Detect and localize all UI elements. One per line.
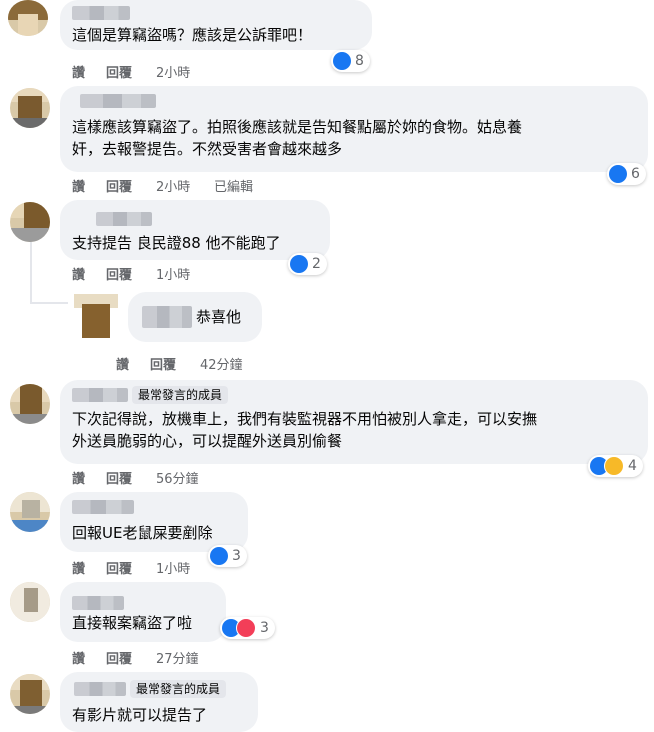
comment-bubble: 這個是算竊盜嗎？應該是公訴罪吧！ (60, 0, 372, 50)
like-link[interactable]: 讚 (72, 468, 85, 487)
reply-link[interactable]: 回覆 (150, 354, 176, 373)
timestamp[interactable]: 42分鐘 (200, 354, 243, 373)
comment-bubble: 最常發言的成員 下次記得說，放機車上，我們有裝監視器不用怕被別人拿走，可以安撫 … (60, 380, 648, 464)
comment-text: 直接報案竊盜了啦 (72, 614, 193, 632)
author-name[interactable] (72, 596, 124, 610)
timestamp[interactable]: 1小時 (156, 558, 190, 577)
reply-thread-connector (30, 302, 68, 304)
comment-text: 回報UE老鼠屎要剷除 (72, 524, 213, 542)
comment-text: 下次記得說，放機車上，我們有裝監視器不用怕被別人拿走，可以安撫 外送員脆弱的心，… (72, 410, 538, 450)
like-icon (609, 165, 627, 183)
edited-label[interactable]: 已編輯 (214, 176, 253, 195)
reaction-count[interactable]: 6 (607, 163, 646, 185)
like-link[interactable]: 讚 (72, 558, 85, 577)
reaction-count[interactable]: 4 (588, 455, 643, 477)
timestamp[interactable]: 56分鐘 (156, 468, 199, 487)
reply-link[interactable]: 回覆 (106, 264, 132, 283)
author-name[interactable] (72, 6, 130, 20)
avatar[interactable] (10, 384, 50, 424)
like-icon (290, 255, 308, 273)
avatar[interactable] (8, 0, 48, 36)
comment-bubble: 直接報案竊盜了啦 (60, 582, 226, 642)
reply-thread-line (30, 236, 32, 304)
avatar[interactable] (10, 674, 50, 714)
comment-bubble: 恭喜他 (128, 292, 262, 342)
like-icon (210, 547, 228, 565)
reaction-count[interactable]: 3 (220, 617, 275, 639)
comment-bubble: 回報UE老鼠屎要剷除 (60, 492, 248, 552)
author-name[interactable] (74, 682, 126, 696)
love-icon (236, 618, 256, 638)
like-link[interactable]: 讚 (72, 176, 85, 195)
reply-link[interactable]: 回覆 (106, 62, 132, 81)
author-name[interactable] (72, 388, 128, 402)
avatar[interactable] (10, 88, 50, 128)
like-icon (333, 52, 351, 70)
avatar[interactable] (10, 582, 50, 622)
avatar[interactable] (74, 294, 118, 338)
author-name[interactable] (96, 212, 152, 226)
top-contributor-badge[interactable]: 最常發言的成員 (132, 386, 229, 404)
reply-link[interactable]: 回覆 (106, 648, 132, 667)
reaction-count[interactable]: 8 (331, 50, 370, 72)
timestamp[interactable]: 1小時 (156, 264, 190, 283)
comment-text: 有影片就可以提告了 (72, 706, 208, 724)
like-link[interactable]: 讚 (72, 264, 85, 283)
reply-link[interactable]: 回覆 (106, 468, 132, 487)
comment-text: 恭喜他 (196, 308, 242, 326)
like-link[interactable]: 讚 (72, 62, 85, 81)
reaction-count[interactable]: 3 (208, 545, 247, 567)
timestamp[interactable]: 27分鐘 (156, 648, 199, 667)
comment-bubble: 最常發言的成員 有影片就可以提告了 (60, 672, 258, 732)
reply-link[interactable]: 回覆 (106, 176, 132, 195)
like-link[interactable]: 讚 (72, 648, 85, 667)
haha-icon (604, 456, 624, 476)
avatar[interactable] (10, 492, 50, 532)
reaction-count[interactable]: 2 (288, 253, 327, 275)
comment-text: 這樣應該算竊盜了。拍照後應該就是告知餐點屬於妳的食物。姑息養 奸，去報警提告。不… (72, 118, 523, 158)
timestamp[interactable]: 2小時 (156, 62, 190, 81)
comment-bubble: 這樣應該算竊盜了。拍照後應該就是告知餐點屬於妳的食物。姑息養 奸，去報警提告。不… (60, 86, 648, 172)
comment-text: 支持提告 良民證88 他不能跑了 (72, 234, 281, 252)
avatar[interactable] (10, 202, 50, 242)
author-name[interactable] (80, 94, 156, 108)
reply-link[interactable]: 回覆 (106, 558, 132, 577)
comment-bubble: 支持提告 良民證88 他不能跑了 (60, 200, 330, 260)
comment-text: 這個是算竊盜嗎？應該是公訴罪吧！ (72, 26, 313, 44)
timestamp[interactable]: 2小時 (156, 176, 190, 195)
author-name[interactable] (72, 500, 134, 514)
top-contributor-badge[interactable]: 最常發言的成員 (130, 680, 227, 698)
author-name[interactable] (142, 306, 192, 328)
like-link[interactable]: 讚 (116, 354, 129, 373)
